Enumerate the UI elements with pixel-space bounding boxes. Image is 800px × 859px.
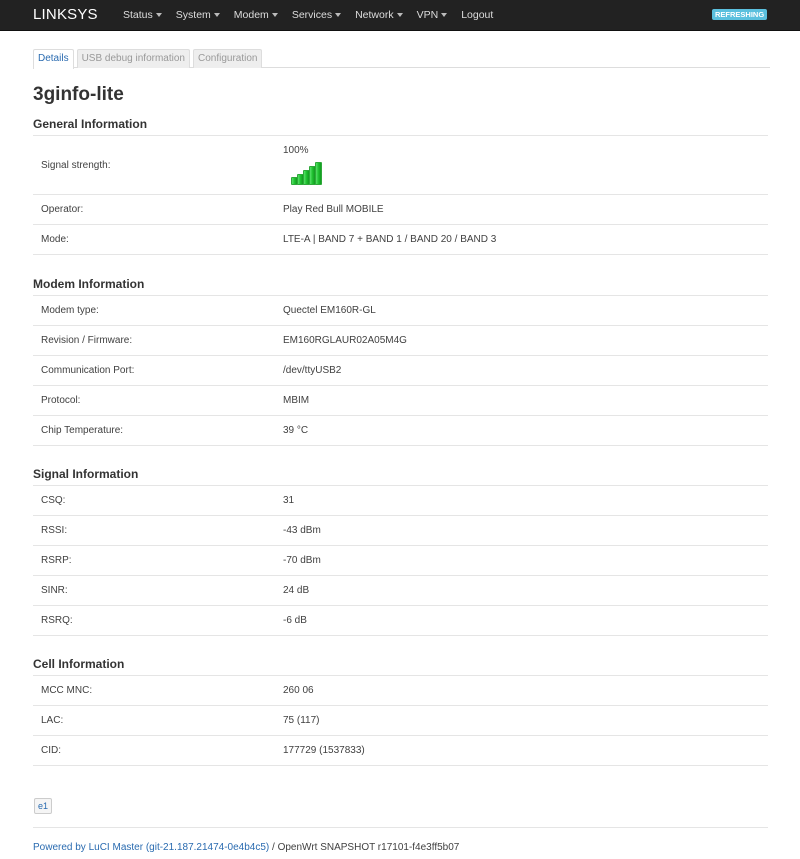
table-row: Communication Port: /dev/ttyUSB2 xyxy=(33,356,768,386)
row-label: Protocol: xyxy=(41,395,81,406)
row-label: RSRP: xyxy=(41,555,72,566)
luci-version-link[interactable]: Powered by LuCI Master (git-21.187.21474… xyxy=(33,842,269,853)
chevron-down-icon xyxy=(335,13,342,17)
table-row: Chip Temperature: 39 °C xyxy=(33,416,768,446)
menu-modem[interactable]: Modem xyxy=(227,0,285,31)
menu-logout[interactable]: Logout xyxy=(454,0,500,31)
row-value: 39 °C xyxy=(283,425,309,436)
table-row: RSSI: -43 dBm xyxy=(33,516,768,546)
modem-information-section: Modem Information Modem type: Quectel EM1… xyxy=(33,277,768,446)
tab-usb-debug[interactable]: USB debug information xyxy=(76,49,190,68)
section-title: Modem Information xyxy=(33,277,768,296)
row-label: SINR: xyxy=(41,585,68,596)
table-row: Signal strength: 100% xyxy=(33,136,768,195)
footer-divider xyxy=(33,827,768,828)
page-tabs: Details USB debug information Configurat… xyxy=(33,49,770,69)
section-title: General Information xyxy=(33,117,768,136)
tab-configuration[interactable]: Configuration xyxy=(192,49,263,68)
menu-vpn-label: VPN xyxy=(416,9,439,21)
row-label: Revision / Firmware: xyxy=(41,335,133,346)
main-menu: Status System Modem Services Network VPN… xyxy=(116,0,500,31)
menu-services-label: Services xyxy=(291,9,333,21)
row-label: Modem type: xyxy=(41,305,99,316)
row-value: -43 dBm xyxy=(283,525,321,536)
row-value: -70 dBm xyxy=(283,555,321,566)
signal-information-section: Signal Information CSQ: 31 RSSI: -43 dBm R… xyxy=(33,467,768,636)
row-value: Play Red Bull MOBILE xyxy=(283,204,384,215)
chevron-down-icon xyxy=(441,13,448,17)
row-label: MCC MNC: xyxy=(41,685,93,696)
row-label: RSSI: xyxy=(41,525,68,536)
signal-bar xyxy=(315,162,322,185)
table-row: RSRQ: -6 dB xyxy=(33,606,768,636)
menu-vpn[interactable]: VPN xyxy=(410,0,455,31)
table-row: Operator: Play Red Bull MOBILE xyxy=(33,195,768,225)
table-row: CID: 177729 (1537833) xyxy=(33,736,768,766)
menu-modem-label: Modem xyxy=(233,9,269,21)
e1-button[interactable]: e1 xyxy=(34,798,53,814)
signal-bars-icon xyxy=(291,161,768,185)
menu-status[interactable]: Status xyxy=(116,0,169,31)
row-value: EM160RGLAUR02A05M4G xyxy=(283,335,407,346)
page-title: 3ginfo-lite xyxy=(33,84,124,105)
row-label: Signal strength: xyxy=(41,159,111,171)
table-row: Protocol: MBIM xyxy=(33,386,768,416)
row-value: 75 (117) xyxy=(283,715,320,726)
row-label: RSRQ: xyxy=(41,615,73,626)
row-label: CID: xyxy=(41,745,61,756)
table-row: LAC: 75 (117) xyxy=(33,706,768,736)
table-row: CSQ: 31 xyxy=(33,486,768,516)
footer-separator: / xyxy=(269,842,278,853)
chevron-down-icon xyxy=(213,13,220,17)
menu-system[interactable]: System xyxy=(169,0,227,31)
menu-services[interactable]: Services xyxy=(285,0,348,31)
brand-logo[interactable]: LINKSYS xyxy=(33,6,98,23)
chevron-down-icon xyxy=(155,13,162,17)
signal-strength-value: 100% xyxy=(283,145,768,185)
row-label: Mode: xyxy=(41,234,69,245)
row-label: Communication Port: xyxy=(41,365,135,376)
section-title: Signal Information xyxy=(33,467,768,486)
menu-network-label: Network xyxy=(355,9,394,21)
menu-logout-label: Logout xyxy=(461,9,494,21)
cell-information-section: Cell Information MCC MNC: 260 06 LAC: 75 (… xyxy=(33,657,768,766)
table-row: Mode: LTE-A | BAND 7 + BAND 1 / BAND 20 … xyxy=(33,225,768,255)
row-value: /dev/ttyUSB2 xyxy=(283,365,342,376)
section-title: Cell Information xyxy=(33,657,768,676)
row-value: 31 xyxy=(283,495,295,506)
general-information-section: General Information Signal strength: 100… xyxy=(33,117,768,255)
chevron-down-icon xyxy=(396,13,403,17)
menu-status-label: Status xyxy=(123,9,153,21)
top-navbar: LINKSYS Status System Modem Services Net… xyxy=(0,0,800,31)
row-label: Chip Temperature: xyxy=(41,425,124,436)
row-value: 177729 (1537833) xyxy=(283,745,365,756)
openwrt-version: OpenWrt SNAPSHOT r17101-f4e3ff5b07 xyxy=(277,842,460,853)
footer: Powered by LuCI Master (git-21.187.21474… xyxy=(33,842,459,853)
table-row: SINR: 24 dB xyxy=(33,576,768,606)
signal-percent: 100% xyxy=(283,145,309,156)
table-row: RSRP: -70 dBm xyxy=(33,546,768,576)
chevron-down-icon xyxy=(271,13,278,17)
tab-details[interactable]: Details xyxy=(33,49,74,69)
menu-system-label: System xyxy=(175,9,211,21)
row-label: CSQ: xyxy=(41,495,66,506)
row-value: 260 06 xyxy=(283,685,314,696)
row-value: 24 dB xyxy=(283,585,310,596)
table-row: MCC MNC: 260 06 xyxy=(33,676,768,706)
menu-network[interactable]: Network xyxy=(348,0,410,31)
row-label: Operator: xyxy=(41,204,84,215)
row-value: LTE-A | BAND 7 + BAND 1 / BAND 20 / BAND… xyxy=(283,234,497,245)
row-value: Quectel EM160R-GL xyxy=(283,305,376,316)
row-value: -6 dB xyxy=(283,615,307,626)
row-label: LAC: xyxy=(41,715,64,726)
table-row: Modem type: Quectel EM160R-GL xyxy=(33,296,768,326)
refreshing-status-badge[interactable]: REFRESHING xyxy=(712,9,768,20)
table-row: Revision / Firmware: EM160RGLAUR02A05M4G xyxy=(33,326,768,356)
row-value: MBIM xyxy=(283,395,310,406)
